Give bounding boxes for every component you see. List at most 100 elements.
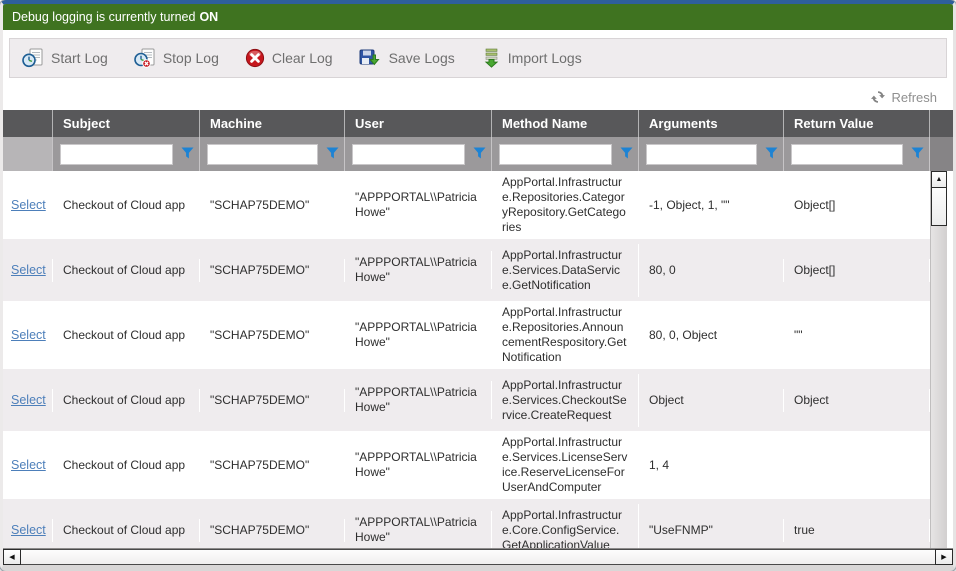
filter-input-arguments[interactable] (646, 144, 757, 165)
right-arrow-icon: ▶ (941, 553, 946, 561)
cell-user: "APPPORTAL\\PatriciaHowe" (345, 251, 492, 289)
select-link[interactable]: Select (11, 523, 46, 537)
filter-input-method-name[interactable] (499, 144, 612, 165)
scroll-right-button[interactable]: ▶ (935, 549, 953, 565)
table-row: Select Checkout of Cloud app "SCHAP75DEM… (3, 431, 930, 499)
table-row: Select Checkout of Cloud app "SCHAP75DEM… (3, 239, 930, 301)
up-arrow-icon: ▲ (936, 176, 943, 183)
filter-input-return-value[interactable] (791, 144, 903, 165)
start-log-icon (22, 48, 44, 68)
select-link[interactable]: Select (11, 263, 46, 277)
save-logs-icon (359, 48, 382, 68)
scroll-left-button[interactable]: ◀ (3, 549, 21, 565)
start-log-button[interactable]: Start Log (22, 48, 108, 68)
cell-user: "APPPORTAL\\PatriciaHowe" (345, 186, 492, 224)
cell-user: "APPPORTAL\\PatriciaHowe" (345, 446, 492, 484)
filter-funnel-icon-subject[interactable] (181, 147, 194, 159)
save-logs-label: Save Logs (389, 50, 455, 66)
cell-user: "APPPORTAL\\PatriciaHowe" (345, 511, 492, 548)
scroll-up-button[interactable]: ▲ (931, 171, 947, 188)
filter-input-machine[interactable] (207, 144, 318, 165)
table-row: Select Checkout of Cloud app "SCHAP75DEM… (3, 301, 930, 369)
filter-funnel-icon-return-value[interactable] (911, 147, 924, 159)
header-select-column (3, 110, 53, 137)
cell-machine: "SCHAP75DEMO" (200, 324, 345, 347)
horizontal-scrollbar[interactable]: ◀ ▶ (3, 548, 953, 565)
import-logs-icon (481, 48, 501, 68)
cell-return-value: Object[] (784, 259, 930, 282)
cell-subject: Checkout of Cloud app (53, 519, 200, 542)
refresh-row: Refresh (3, 84, 953, 110)
cell-machine: "SCHAP75DEMO" (200, 519, 345, 542)
cell-subject: Checkout of Cloud app (53, 194, 200, 217)
filter-funnel-icon-method-name[interactable] (620, 147, 633, 159)
cell-return-value: true (784, 519, 930, 542)
import-logs-label: Import Logs (508, 50, 582, 66)
horizontal-scroll-thumb[interactable] (21, 549, 935, 565)
select-link[interactable]: Select (11, 458, 46, 472)
select-link[interactable]: Select (11, 198, 46, 212)
header-user[interactable]: User (345, 110, 492, 137)
clear-log-label: Clear Log (272, 50, 333, 66)
start-log-label: Start Log (51, 50, 108, 66)
select-link[interactable]: Select (11, 393, 46, 407)
toolbar: Start Log (9, 38, 947, 78)
clear-log-button[interactable]: Clear Log (245, 48, 333, 68)
cell-arguments: -1, Object, 1, "" (639, 194, 784, 217)
stop-log-icon (134, 48, 156, 68)
vertical-scrollbar[interactable]: ▲ (930, 171, 947, 548)
cell-method-name: AppPortal.Infrastructure.Services.Checko… (492, 374, 639, 427)
filter-input-user[interactable] (352, 144, 465, 165)
table-row: Select Checkout of Cloud app "SCHAP75DEM… (3, 171, 930, 239)
refresh-label: Refresh (891, 90, 937, 105)
header-arguments[interactable]: Arguments (639, 110, 784, 137)
filter-funnel-icon-arguments[interactable] (765, 147, 778, 159)
cell-return-value (784, 461, 930, 469)
filter-funnel-icon-user[interactable] (473, 147, 486, 159)
cell-method-name: AppPortal.Infrastructure.Services.DataSe… (492, 244, 639, 297)
cell-user: "APPPORTAL\\PatriciaHowe" (345, 381, 492, 419)
cell-subject: Checkout of Cloud app (53, 324, 200, 347)
header-method-name[interactable]: Method Name (492, 110, 639, 137)
header-return-value[interactable]: Return Value (784, 110, 930, 137)
table-row: Select Checkout of Cloud app "SCHAP75DEM… (3, 499, 930, 548)
cell-subject: Checkout of Cloud app (53, 389, 200, 412)
stop-log-label: Stop Log (163, 50, 219, 66)
cell-subject: Checkout of Cloud app (53, 259, 200, 282)
cell-return-value: Object[] (784, 194, 930, 217)
filter-funnel-icon-machine[interactable] (326, 147, 339, 159)
save-logs-button[interactable]: Save Logs (359, 48, 455, 68)
table-body-wrap: Select Checkout of Cloud app "SCHAP75DEM… (3, 171, 953, 548)
cell-subject: Checkout of Cloud app (53, 454, 200, 477)
debug-log-window: Debug logging is currently turned ON (0, 0, 956, 571)
cell-user: "APPPORTAL\\PatriciaHowe" (345, 316, 492, 354)
stop-log-button[interactable]: Stop Log (134, 48, 219, 68)
banner-state: ON (199, 10, 218, 24)
cell-arguments: Object (639, 389, 784, 412)
cell-machine: "SCHAP75DEMO" (200, 259, 345, 282)
cell-arguments: 1, 4 (639, 454, 784, 477)
header-machine[interactable]: Machine (200, 110, 345, 137)
filter-input-subject[interactable] (60, 144, 173, 165)
vertical-scroll-thumb[interactable] (931, 188, 947, 226)
cell-arguments: 80, 0, Object (639, 324, 784, 347)
banner-message: Debug logging is currently turned (12, 10, 195, 24)
cell-machine: "SCHAP75DEMO" (200, 454, 345, 477)
header-subject[interactable]: Subject (53, 110, 200, 137)
select-link[interactable]: Select (11, 328, 46, 342)
header-filler (930, 110, 953, 137)
cell-arguments: 80, 0 (639, 259, 784, 282)
filter-row (3, 137, 953, 171)
clear-log-icon (245, 48, 265, 68)
refresh-button[interactable]: Refresh (871, 90, 937, 105)
table-row: Select Checkout of Cloud app "SCHAP75DEM… (3, 369, 930, 431)
import-logs-button[interactable]: Import Logs (481, 48, 582, 68)
cell-return-value: Object (784, 389, 930, 412)
refresh-icon (871, 90, 885, 104)
table-body: Select Checkout of Cloud app "SCHAP75DEM… (3, 171, 930, 548)
cell-method-name: AppPortal.Infrastructure.Core.ConfigServ… (492, 504, 639, 549)
left-arrow-icon: ◀ (9, 553, 14, 561)
table-header: Subject Machine User Method Name Argumen… (3, 110, 953, 137)
toolbar-wrap: Start Log (3, 30, 953, 84)
cell-method-name: AppPortal.Infrastructure.Repositories.An… (492, 301, 639, 369)
